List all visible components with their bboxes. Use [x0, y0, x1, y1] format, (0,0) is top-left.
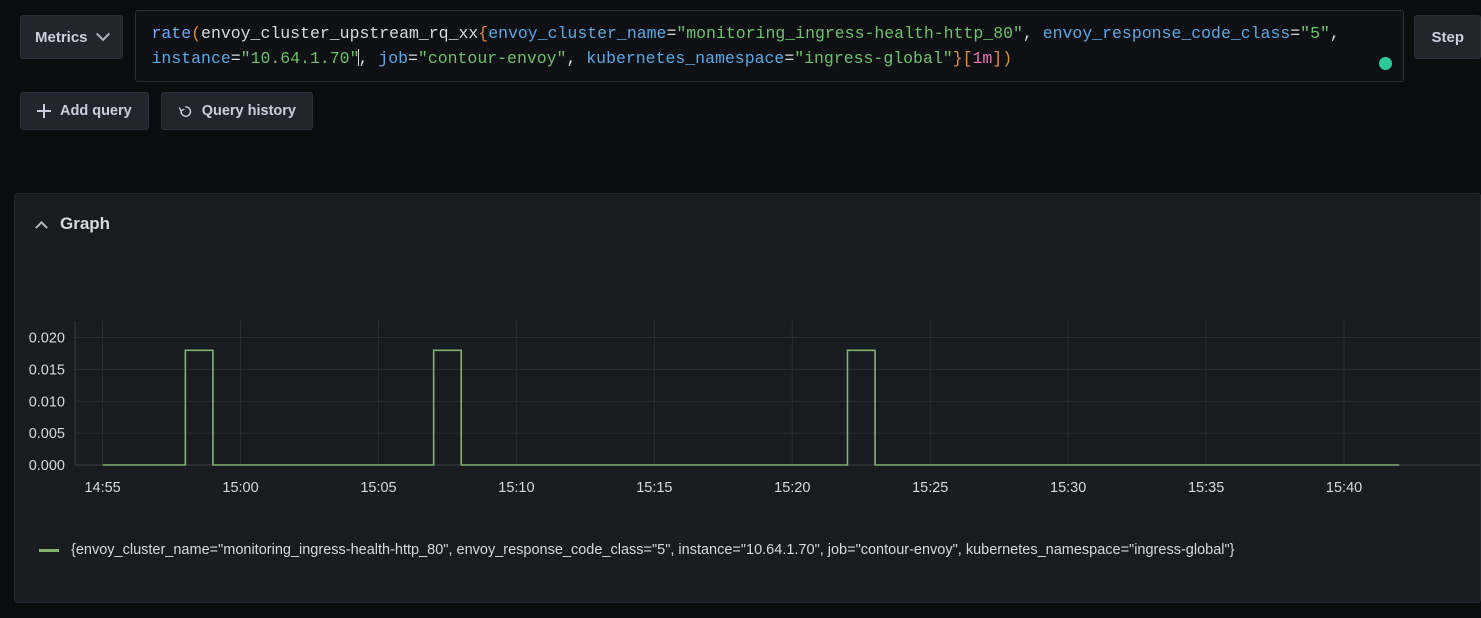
graph-panel-header[interactable]: Graph — [15, 194, 1480, 240]
legend-color-swatch — [39, 548, 59, 552]
x-axis-tick-label: 15:05 — [360, 480, 396, 496]
y-axis-tick-label: 0.015 — [29, 362, 65, 378]
history-icon — [178, 104, 193, 119]
chart-legend: {envoy_cluster_name="monitoring_ingress-… — [15, 542, 1480, 558]
legend-series-label: {envoy_cluster_name="monitoring_ingress-… — [71, 542, 1235, 558]
query-token-duration: 1m — [972, 49, 993, 68]
chevron-up-icon[interactable] — [35, 220, 48, 234]
query-token-eq-1: = — [666, 24, 677, 43]
y-axis-tick-label: 0.020 — [29, 331, 65, 347]
y-axis-tick-label: 0.010 — [29, 394, 65, 410]
query-token-eq-4: = — [408, 49, 418, 68]
query-token-open-paren: ( — [191, 24, 202, 43]
query-token-label-5: kubernetes_namespace — [586, 49, 785, 68]
add-query-button[interactable]: Add query — [20, 92, 149, 130]
query-token-label-3: instance — [151, 49, 231, 68]
query-token-open-bracket: [ — [962, 49, 973, 68]
query-token-metric: envoy_cluster_upstream_rq_xx — [201, 24, 479, 43]
metrics-dropdown-label: Metrics — [35, 28, 88, 46]
query-token-close-bracket: ] — [992, 49, 1003, 68]
x-axis-tick-label: 15:30 — [1050, 480, 1086, 496]
x-axis-tick-label: 15:00 — [222, 480, 258, 496]
query-token-comma-1: , — [1022, 24, 1043, 43]
add-query-label: Add query — [60, 103, 132, 119]
x-axis-tick-label: 14:55 — [84, 480, 120, 496]
graph-panel: Graph 0.000 0.005 0.010 0.015 0.020 14:55 15:0… — [14, 193, 1481, 603]
query-token-label-4: job — [378, 49, 409, 68]
query-history-label: Query history — [201, 103, 296, 119]
query-token-close-paren: ) — [1002, 49, 1013, 68]
query-token-value-3: "10.64.1.70" — [240, 49, 360, 68]
query-token-close-brace: } — [952, 49, 963, 68]
chart-area[interactable]: 0.000 0.005 0.010 0.015 0.020 14:55 15:00 15:05… — [15, 240, 1481, 530]
x-axis-tick-label: 15:40 — [1326, 480, 1362, 496]
step-button-label: Step — [1431, 28, 1464, 46]
page-title: Graph — [60, 214, 111, 233]
query-token-value-5: "ingress-global" — [794, 49, 953, 68]
chevron-down-icon — [95, 27, 110, 42]
y-axis-tick-label: 0.005 — [29, 426, 65, 442]
x-axis-tick-label: 15:15 — [636, 480, 672, 496]
x-axis-tick-label: 15:20 — [774, 480, 810, 496]
series-line — [102, 349, 1400, 466]
query-token-comma-2: , — [1329, 24, 1340, 43]
x-axis-tick-label: 15:25 — [912, 480, 948, 496]
x-axis-tick-label: 15:10 — [498, 480, 534, 496]
time-series-chart[interactable]: 0.000 0.005 0.010 0.015 0.020 14:55 15:00 15:05… — [15, 240, 1481, 530]
query-token-value-1: "monitoring_ingress-health-http_80" — [676, 24, 1023, 43]
query-token-value-2: "5" — [1300, 24, 1330, 43]
query-editor-wrapper: rate(envoy_cluster_upstream_rq_xx{envoy_… — [134, 10, 1405, 82]
query-token-comma-3: , — [358, 49, 379, 68]
query-token-comma-4: , — [566, 49, 587, 68]
plus-icon — [37, 104, 51, 118]
query-token-value-4: "contour-envoy" — [417, 49, 567, 68]
query-token-eq-5: = — [784, 49, 795, 68]
query-history-button[interactable]: Query history — [160, 92, 313, 130]
step-button[interactable]: Step — [1414, 15, 1481, 59]
query-row: Metrics rate(envoy_cluster_upstream_rq_x… — [0, 0, 1481, 92]
query-token-function: rate — [151, 24, 192, 43]
query-token-label-1: envoy_cluster_name — [488, 24, 667, 43]
promql-query-input[interactable]: rate(envoy_cluster_upstream_rq_xx{envoy_… — [134, 10, 1405, 82]
metrics-dropdown-button[interactable]: Metrics — [20, 15, 123, 59]
y-axis-tick-label: 0.000 — [29, 458, 65, 474]
query-token-open-brace: { — [478, 24, 489, 43]
query-token-label-2: envoy_response_code_class — [1042, 24, 1291, 43]
query-actions: Add query Query history — [0, 92, 1481, 130]
query-token-eq-3: = — [230, 49, 241, 68]
x-axis-tick-label: 15:35 — [1188, 480, 1224, 496]
query-token-eq-2: = — [1290, 24, 1301, 43]
